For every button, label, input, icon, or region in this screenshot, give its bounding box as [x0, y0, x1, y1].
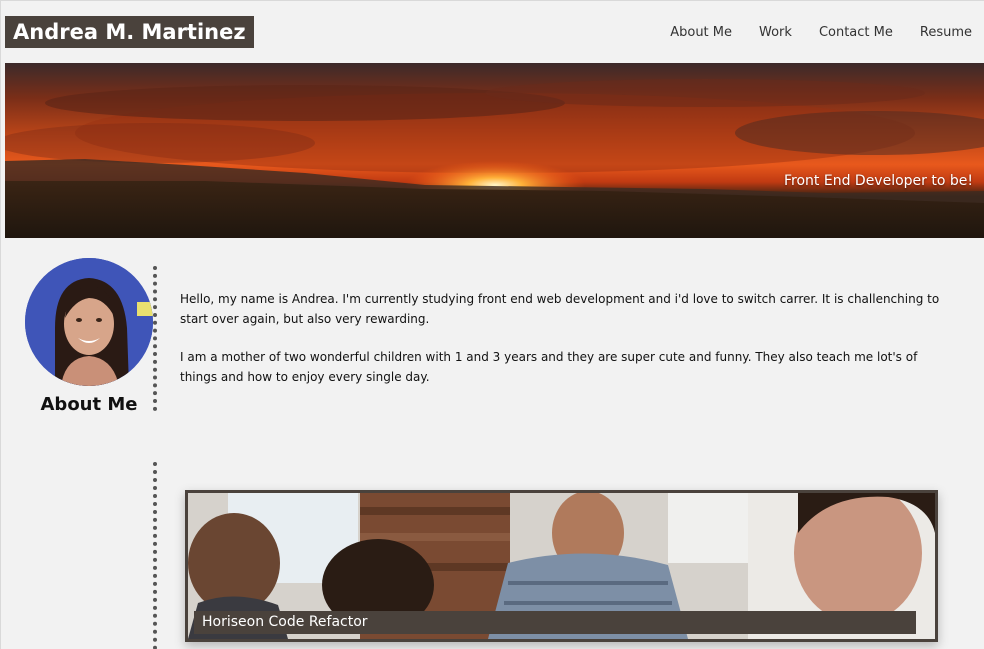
project-title: Horiseon Code Refactor: [194, 611, 916, 634]
site-title: Andrea M. Martinez: [5, 16, 254, 48]
profile-photo: [25, 258, 153, 386]
main-nav: About Me Work Contact Me Resume: [670, 25, 972, 40]
about-paragraph: Hello, my name is Andrea. I'm currently …: [180, 292, 940, 326]
nav-link-contact-me[interactable]: Contact Me: [819, 25, 893, 40]
about-paragraph: I am a mother of two wonderful children …: [180, 350, 918, 384]
about-heading: About Me: [40, 394, 138, 415]
dotted-divider: [153, 266, 157, 411]
sunset-landscape-image: [5, 79, 984, 238]
nav-link-resume[interactable]: Resume: [920, 25, 972, 40]
project-card-horiseon[interactable]: Horiseon Code Refactor: [185, 490, 938, 642]
about-text: Hello, my name is Andrea. I'm currently …: [180, 289, 955, 405]
hero-banner: Front End Developer to be!: [5, 63, 984, 238]
avatar: [25, 258, 153, 386]
dotted-divider: [153, 462, 157, 649]
hero-tagline: Front End Developer to be!: [784, 173, 973, 189]
nav-link-work[interactable]: Work: [759, 25, 792, 40]
page: Andrea M. Martinez About Me Work Contact…: [0, 0, 984, 649]
nav-link-about-me[interactable]: About Me: [670, 25, 732, 40]
